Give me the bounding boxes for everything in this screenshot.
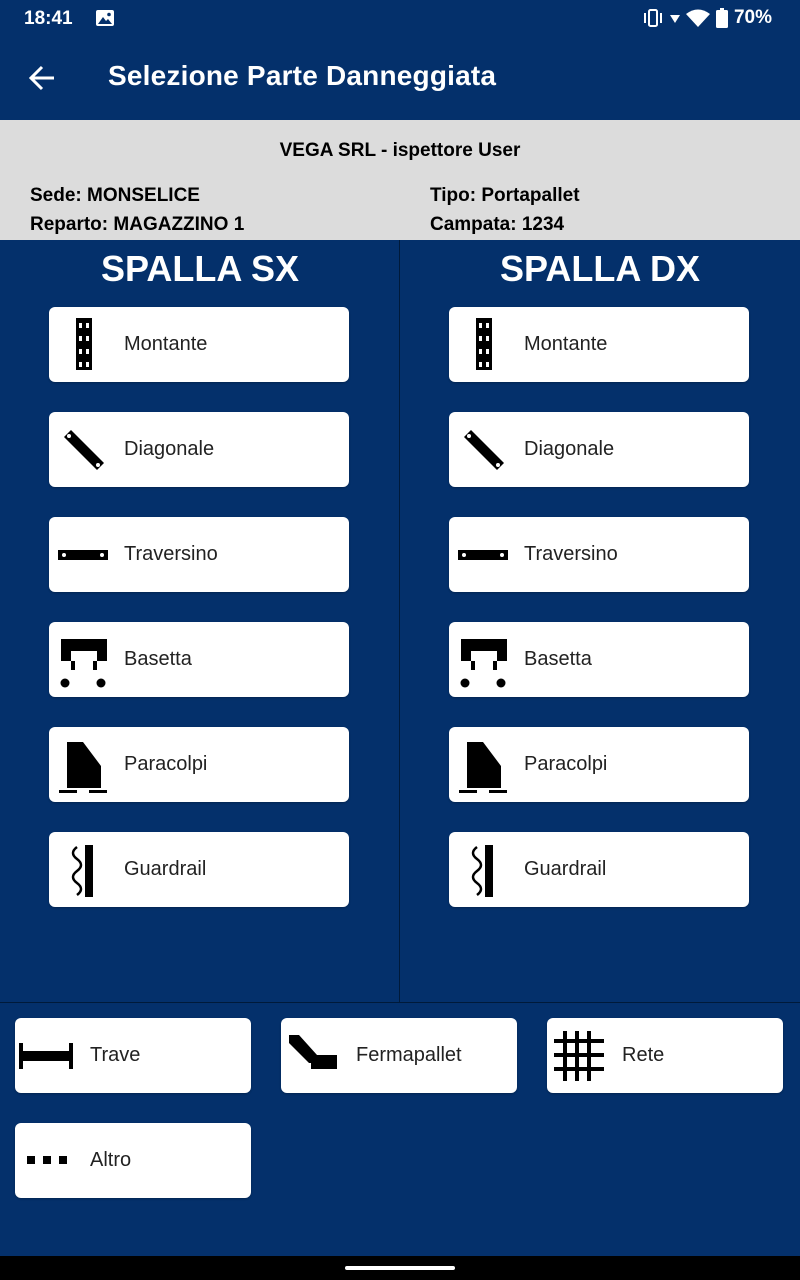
button-label: Traversino xyxy=(524,543,618,565)
image-notification-icon xyxy=(96,10,114,26)
rete-button[interactable]: Rete xyxy=(547,1018,783,1093)
button-label: Paracolpi xyxy=(524,753,608,775)
left-montante-button[interactable]: Montante xyxy=(49,307,349,382)
left-diagonale-button[interactable]: Diagonale xyxy=(49,412,349,487)
divider xyxy=(0,1002,800,1003)
button-label: Montante xyxy=(524,333,608,355)
app-bar: Selezione Parte Danneggiata xyxy=(0,38,800,120)
left-column-title: SPALLA SX xyxy=(100,248,300,289)
baseplate-icon xyxy=(455,631,513,689)
guardrail-icon xyxy=(55,841,113,899)
wifi-icon xyxy=(685,9,710,27)
right-guardrail-button[interactable]: Guardrail xyxy=(449,832,749,907)
baseplate-icon xyxy=(55,631,113,689)
bumper-icon xyxy=(455,736,513,794)
diagonal-icon xyxy=(455,421,513,479)
crossbar-icon xyxy=(55,526,113,584)
company-inspector: VEGA SRL - ispettore User xyxy=(279,140,521,161)
bumper-icon xyxy=(55,736,113,794)
left-basetta-button[interactable]: Basetta xyxy=(49,622,349,697)
right-diagonale-button[interactable]: Diagonale xyxy=(449,412,749,487)
info-sede: Sede: MONSELICE xyxy=(30,185,200,206)
signal-icon xyxy=(669,15,680,23)
button-label: Guardrail xyxy=(124,858,207,880)
button-label: Altro xyxy=(90,1149,132,1171)
columns: SPALLA SX Montante Diagonale Traversino Bas… xyxy=(0,240,800,1002)
info-panel: VEGA SRL - ispettore User Sede: MONSELIC… xyxy=(0,120,800,240)
right-column-title: SPALLA DX xyxy=(499,248,700,289)
button-label: Trave xyxy=(90,1044,141,1066)
battery-icon xyxy=(715,8,728,28)
left-guardrail-button[interactable]: Guardrail xyxy=(49,832,349,907)
button-label: Rete xyxy=(622,1044,665,1066)
more-icon xyxy=(17,1132,77,1190)
button-label: Basetta xyxy=(124,648,192,670)
battery-level: 70% xyxy=(733,7,772,28)
button-label: Montante xyxy=(124,333,208,355)
vibrate-icon xyxy=(643,9,662,27)
right-traversino-button[interactable]: Traversino xyxy=(449,517,749,592)
left-column: SPALLA SX Montante Diagonale Traversino Bas… xyxy=(0,240,400,1002)
beam-icon xyxy=(17,1027,77,1085)
fermapallet-button[interactable]: Fermapallet xyxy=(281,1018,517,1093)
status-time: 18:41 xyxy=(24,8,73,29)
diagonal-icon xyxy=(55,421,113,479)
right-paracolpi-button[interactable]: Paracolpi xyxy=(449,727,749,802)
home-handle[interactable] xyxy=(345,1266,455,1270)
right-montante-button[interactable]: Montante xyxy=(449,307,749,382)
left-traversino-button[interactable]: Traversino xyxy=(49,517,349,592)
status-bar: 18:41 70% xyxy=(0,0,800,38)
mesh-icon xyxy=(549,1027,609,1085)
button-label: Traversino xyxy=(124,543,218,565)
trave-button[interactable]: Trave xyxy=(15,1018,251,1093)
button-label: Fermapallet xyxy=(356,1044,462,1066)
info-campata: Campata: 1234 xyxy=(430,214,565,235)
left-paracolpi-button[interactable]: Paracolpi xyxy=(49,727,349,802)
upright-icon xyxy=(55,316,113,374)
back-arrow-icon[interactable] xyxy=(22,58,62,98)
button-label: Diagonale xyxy=(524,438,615,460)
button-label: Guardrail xyxy=(524,858,607,880)
info-tipo: Tipo: Portapallet xyxy=(430,185,580,206)
status-icons: 70% xyxy=(642,7,772,29)
button-label: Paracolpi xyxy=(124,753,208,775)
upright-icon xyxy=(455,316,513,374)
button-label: Diagonale xyxy=(124,438,215,460)
crossbar-icon xyxy=(455,526,513,584)
guardrail-icon xyxy=(455,841,513,899)
info-reparto: Reparto: MAGAZZINO 1 xyxy=(30,214,245,235)
right-basetta-button[interactable]: Basetta xyxy=(449,622,749,697)
page-title: Selezione Parte Danneggiata xyxy=(108,60,497,91)
button-label: Basetta xyxy=(524,648,592,670)
right-column: SPALLA DX Montante Diagonale Traversino Bas… xyxy=(400,240,800,1002)
pallet-stop-icon xyxy=(283,1027,343,1085)
altro-button[interactable]: Altro xyxy=(15,1123,251,1198)
navigation-bar xyxy=(0,1256,800,1280)
